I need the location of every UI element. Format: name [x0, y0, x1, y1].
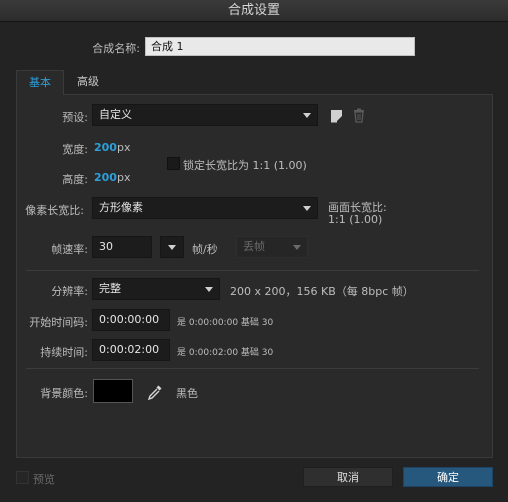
frame-rate-dropdown[interactable]	[160, 236, 184, 258]
preset-dropdown[interactable]: 自定义	[92, 104, 318, 126]
lock-aspect-checkbox[interactable]	[167, 157, 180, 170]
frame-rate-unit: 帧/秒	[192, 243, 218, 256]
preset-value: 自定义	[99, 108, 132, 121]
duration-info: 是 0:00:02:00 基础 30	[177, 348, 274, 358]
start-timecode-value: 0:00:00:00	[99, 313, 160, 326]
comp-name-input[interactable]: 合成 1	[145, 37, 415, 56]
pixel-aspect-value: 方形像素	[99, 201, 143, 214]
drop-frame-value: 丢帧	[243, 240, 265, 253]
comp-name-value: 合成 1	[151, 40, 184, 53]
divider	[26, 270, 479, 271]
ok-button[interactable]: 确定	[403, 467, 493, 487]
height-unit: px	[117, 171, 131, 184]
resolution-value: 完整	[99, 282, 121, 295]
window-title: 合成设置	[227, 3, 280, 18]
chevron-down-icon	[303, 113, 311, 118]
width-label: 宽度:	[62, 143, 88, 156]
drop-frame-dropdown: 丢帧	[236, 236, 308, 258]
frame-rate-value: 30	[99, 240, 113, 253]
width-unit: px	[117, 141, 131, 154]
save-preset-icon[interactable]	[328, 107, 346, 125]
tab-advanced[interactable]: 高级	[64, 70, 112, 95]
chevron-down-icon	[168, 245, 176, 250]
frame-aspect-value: 1:1 (1.00)	[328, 213, 383, 226]
start-timecode-label: 开始时间码:	[29, 316, 88, 329]
trash-icon[interactable]	[350, 107, 368, 125]
comp-name-label: 合成名称:	[92, 42, 140, 55]
duration-label: 持续时间:	[40, 346, 88, 359]
background-color-swatch[interactable]	[93, 379, 133, 403]
frame-rate-label: 帧速率:	[51, 243, 88, 256]
start-timecode-input[interactable]: 0:00:00:00	[92, 309, 170, 331]
resolution-info: 200 x 200，156 KB（每 8bpc 帧）	[230, 285, 414, 298]
start-timecode-info: 是 0:00:00:00 基础 30	[177, 318, 274, 328]
pixel-aspect-dropdown[interactable]: 方形像素	[92, 197, 318, 219]
chevron-down-icon	[303, 206, 311, 211]
height-label: 高度:	[62, 173, 88, 186]
preview-label: 预览	[33, 473, 55, 486]
chevron-down-icon	[293, 245, 301, 250]
eyedropper-icon[interactable]	[146, 383, 164, 401]
height-value[interactable]: 200	[94, 171, 117, 184]
cancel-button[interactable]: 取消	[303, 467, 393, 487]
background-color-label: 背景颜色:	[40, 387, 88, 400]
lock-aspect-label: 锁定长宽比为 1:1 (1.00)	[183, 159, 307, 172]
chevron-down-icon	[205, 287, 213, 292]
divider	[26, 368, 479, 369]
resolution-label: 分辨率:	[51, 285, 88, 298]
preset-label: 预设:	[62, 111, 88, 124]
duration-value: 0:00:02:00	[99, 343, 160, 356]
pixel-aspect-label: 像素长宽比:	[25, 204, 84, 217]
duration-input[interactable]: 0:00:02:00	[92, 339, 170, 361]
preview-checkbox[interactable]	[16, 471, 29, 484]
frame-rate-input[interactable]: 30	[92, 236, 152, 258]
tab-basic[interactable]: 基本	[16, 70, 64, 95]
background-color-name: 黑色	[176, 387, 198, 400]
resolution-dropdown[interactable]: 完整	[92, 278, 220, 300]
width-value[interactable]: 200	[94, 141, 117, 154]
window-title-bar: 合成设置	[0, 0, 508, 22]
